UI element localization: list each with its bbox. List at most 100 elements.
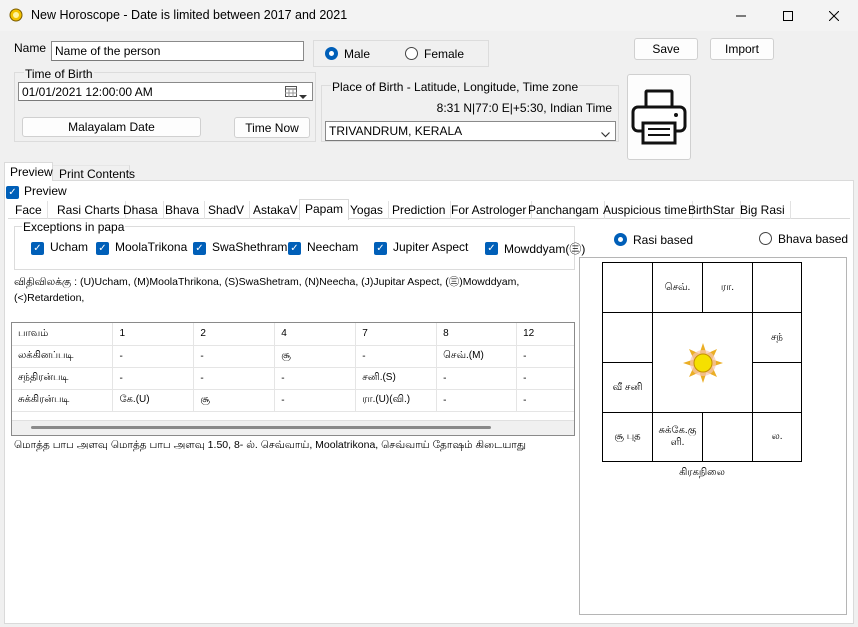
neecham-checkbox[interactable]: ✓ <box>288 240 301 255</box>
rasi-cell-r3c0: சூ புத <box>602 412 653 462</box>
table-cell: - <box>436 389 518 412</box>
tab-bhava[interactable]: Bhava <box>160 201 206 219</box>
rasi-cell-r3c2 <box>702 412 753 462</box>
mowddyam-checkbox[interactable]: ✓ <box>485 240 498 255</box>
tab-preview[interactable]: Preview <box>4 162 53 181</box>
jupiter-aspect-checkbox[interactable]: ✓ <box>374 240 387 255</box>
table-header-cell: 8 <box>436 323 518 346</box>
scrollbar-thumb[interactable] <box>31 426 491 429</box>
tab-prediction[interactable]: Prediction <box>387 201 452 219</box>
rasi-center-cell <box>652 312 753 413</box>
moolatrikona-checkbox[interactable]: ✓ <box>96 240 109 255</box>
rasi-cell-r1c3: சந் <box>752 312 802 363</box>
calendar-icon[interactable] <box>285 86 297 97</box>
neecham-label: Neecham <box>307 240 359 254</box>
tab-print-contents[interactable]: Print Contents <box>53 165 135 181</box>
minimize-button[interactable] <box>718 0 764 31</box>
save-button[interactable]: Save <box>634 38 698 60</box>
table-cell: - <box>274 389 357 412</box>
rasi-chart-caption: கிரகநிலை <box>679 467 725 478</box>
table-header-row: பாவம் 1 2 4 7 8 12 <box>12 323 574 346</box>
female-radio-dot <box>405 47 418 60</box>
maximize-button[interactable] <box>765 0 811 31</box>
table-cell: - <box>355 345 438 368</box>
table-header-cell: 4 <box>274 323 357 346</box>
table-cell: - <box>112 345 195 368</box>
table-cell: சூ <box>193 389 276 412</box>
table-row[interactable]: லக்கினப்படி - - சூ - செவ்.(M) - <box>12 345 574 368</box>
exceptions-legend-line2: (<)Retardetion, <box>14 292 85 304</box>
table-cell: சனி.(S) <box>355 367 438 390</box>
print-button[interactable] <box>627 74 691 160</box>
male-radio[interactable] <box>325 47 338 63</box>
chevron-down-icon[interactable] <box>299 89 307 103</box>
rasi-based-radio[interactable] <box>614 233 627 249</box>
table-scrollbar[interactable] <box>12 420 574 435</box>
tab-yogas[interactable]: Yogas <box>345 201 389 219</box>
tab-panchangam[interactable]: Panchangam <box>523 201 605 219</box>
table-cell: சந்திரன்படி <box>12 367 114 390</box>
male-label[interactable]: Male <box>344 47 370 61</box>
table-header-cell: 1 <box>112 323 195 346</box>
table-header-cell: 7 <box>355 323 438 346</box>
tab-astakav[interactable]: AstakaV <box>248 201 304 219</box>
ucham-checkbox[interactable]: ✓ <box>31 240 44 255</box>
tob-value: 01/01/2021 12:00:00 AM <box>22 85 153 99</box>
close-button[interactable] <box>811 0 857 31</box>
chevron-down-icon[interactable] <box>601 127 610 141</box>
tab-papam[interactable]: Papam <box>299 199 350 220</box>
table-header-cell: 12 <box>516 323 574 346</box>
female-radio[interactable] <box>405 47 418 63</box>
name-label: Name <box>14 41 47 55</box>
table-cell: - <box>516 389 574 412</box>
table-cell: - <box>193 367 276 390</box>
tab-dhasa[interactable]: Dhasa <box>118 201 164 219</box>
sun-icon <box>682 342 723 383</box>
tab-for-astrologer[interactable]: For Astrologer <box>446 201 533 219</box>
table-row[interactable]: சந்திரன்படி - - - சனி.(S) - - <box>12 367 574 390</box>
tab-shadv[interactable]: ShadV <box>203 201 251 219</box>
preview-checkbox[interactable]: ✓ <box>6 184 19 199</box>
pob-select[interactable]: TRIVANDRUM, KERALA <box>325 121 616 141</box>
bhava-based-label[interactable]: Bhava based <box>778 232 848 246</box>
tob-label: Time of Birth <box>24 67 94 81</box>
papa-table-grid[interactable]: பாவம் 1 2 4 7 8 12 லக்கினப்படி - - சூ - … <box>11 322 575 436</box>
swashethram-checkbox[interactable]: ✓ <box>193 240 206 255</box>
pob-label: Place of Birth - Latitude, Longitude, Ti… <box>331 80 580 94</box>
table-cell: ரா.(U)(வி.) <box>355 389 438 412</box>
name-input[interactable]: Name of the person <box>51 41 304 61</box>
table-cell: - <box>436 367 518 390</box>
bhava-based-radio[interactable] <box>759 232 772 248</box>
exceptions-legend-line1: விதிவிலக்கு : (U)Ucham, (M)MoolaThrikona… <box>14 276 520 288</box>
rasi-based-label[interactable]: Rasi based <box>633 233 693 247</box>
tob-input[interactable]: 01/01/2021 12:00:00 AM <box>18 82 313 101</box>
import-button[interactable]: Import <box>710 38 774 60</box>
rasi-cell-r1c0 <box>602 312 653 363</box>
rasi-cell-r0c3 <box>752 262 802 313</box>
table-cell: - <box>193 345 276 368</box>
tab-birthstar[interactable]: BirthStar <box>683 201 741 219</box>
tab-rasi-charts[interactable]: Rasi Charts <box>52 201 126 219</box>
pob-value: TRIVANDRUM, KERALA <box>329 124 463 138</box>
tab-big-rasi[interactable]: Big Rasi <box>735 201 791 219</box>
tab-auspicious-time[interactable]: Auspicious time <box>598 201 694 219</box>
rasi-cell-r2c0: வீ சனி <box>602 362 653 413</box>
tab-face[interactable]: Face <box>10 201 48 219</box>
pob-coords: 8:31 N|77:0 E|+5:30, Indian Time <box>436 101 612 115</box>
table-cell: - <box>516 345 574 368</box>
table-cell: சூ <box>274 345 357 368</box>
papa-table: பாவம் 1 2 4 7 8 12 லக்கினப்படி - - சூ - … <box>12 323 574 412</box>
female-label[interactable]: Female <box>424 47 464 61</box>
table-cell: - <box>112 367 195 390</box>
rasi-cell-r3c1: சுக்கே.கு ளி. <box>652 412 703 462</box>
swashethram-label: SwaShethram <box>212 240 288 254</box>
table-cell: - <box>274 367 357 390</box>
table-cell: செவ்.(M) <box>436 345 518 368</box>
ucham-label: Ucham <box>50 240 89 254</box>
malayalam-date-button[interactable]: Malayalam Date <box>22 117 201 137</box>
printer-icon <box>631 89 687 145</box>
rasi-cell-r3c3: ல. <box>752 412 802 462</box>
time-now-button[interactable]: Time Now <box>234 117 310 138</box>
bhava-radio-dot <box>759 232 772 245</box>
table-row[interactable]: சுக்கிரன்படி கே.(U) சூ - ரா.(U)(வி.) - - <box>12 389 574 412</box>
